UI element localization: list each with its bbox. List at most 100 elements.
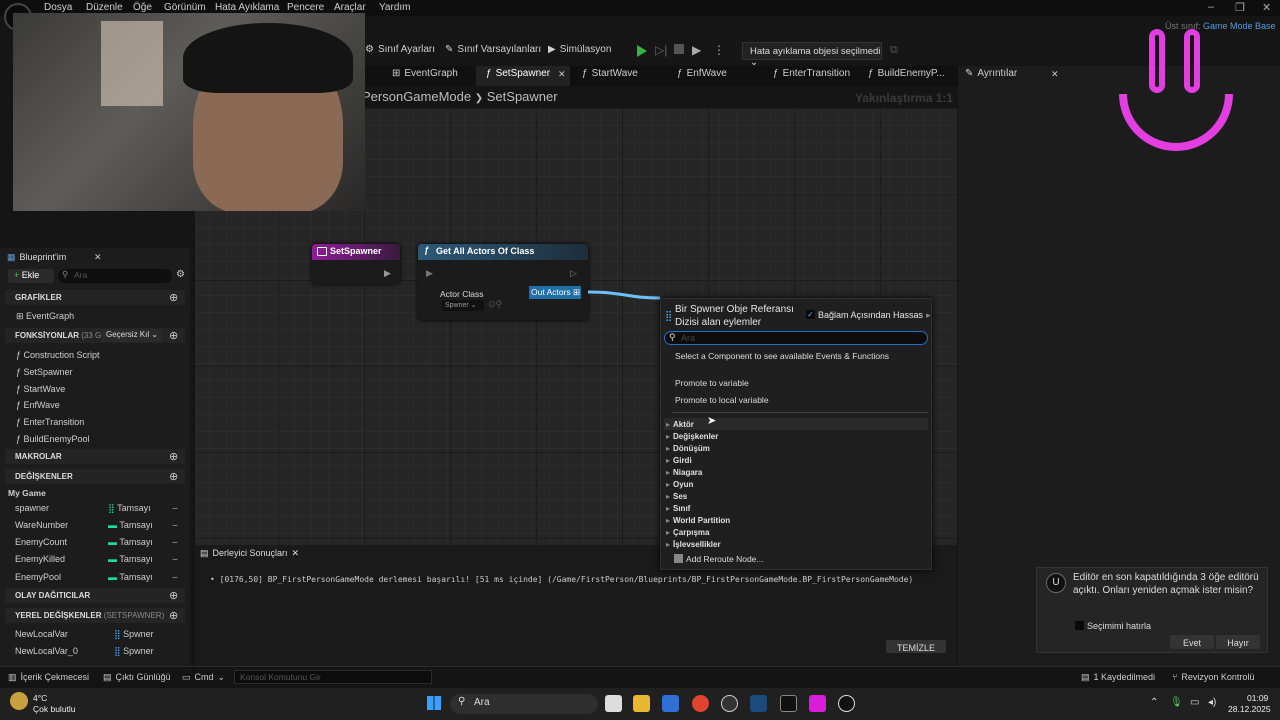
menu-window[interactable]: Pencere	[287, 2, 324, 13]
browse-icon[interactable]: ⊙⚲	[488, 299, 502, 310]
file-explorer-icon[interactable]	[633, 695, 650, 712]
variable-type[interactable]: ▬ Tamsayı	[108, 572, 153, 582]
add-graph-icon[interactable]: ⊕	[169, 291, 178, 304]
actor-class-dropdown[interactable]: Spwner ⌄	[442, 300, 484, 311]
visibility-eye-icon[interactable]: ⌣	[172, 572, 178, 583]
compiler-results-tab[interactable]: ▤ Derleyici Sonuçları ✕	[200, 548, 299, 559]
class-settings-button[interactable]: ⚙ Sınıf Ayarları	[365, 44, 435, 55]
microphone-icon[interactable]: 🎙	[1170, 697, 1183, 708]
close-window-icon[interactable]: ✕	[1262, 1, 1271, 14]
category-niagara[interactable]: Niagara	[666, 468, 702, 477]
variable-item-name[interactable]: EnemyKilled	[15, 554, 65, 564]
menu-file[interactable]: Dosya	[44, 2, 72, 13]
category-input[interactable]: Girdi	[666, 456, 692, 465]
revision-control-button[interactable]: ⑂ Revizyon Kontrolü	[1172, 672, 1254, 682]
step-icon[interactable]: ▷|	[655, 43, 667, 57]
override-dropdown[interactable]: Geçersiz Kıl ⌄	[102, 329, 162, 342]
tab-enfwave[interactable]: ƒ EnfWave	[677, 68, 727, 79]
variables-section-header[interactable]: DEĞİŞKENLER	[5, 469, 185, 484]
console-input[interactable]: Konsol Komutunu Gir	[234, 670, 432, 684]
function-item-enfwave[interactable]: ƒ EnfWave	[16, 400, 60, 410]
category-collision[interactable]: Çarpışma	[666, 528, 710, 537]
menu-edit[interactable]: Düzenle	[86, 2, 123, 13]
local-variable-type[interactable]: ⣿ Spwner	[114, 646, 154, 657]
steam-icon[interactable]	[750, 695, 767, 712]
clock-date[interactable]: 28.12.2025	[1228, 704, 1271, 714]
variable-item-name[interactable]: WareNumber	[15, 520, 68, 530]
close-tab-icon[interactable]: ✕	[558, 69, 566, 80]
cmd-dropdown[interactable]: ▭ Cmd ⌄	[182, 672, 225, 683]
category-variables[interactable]: Değişkenler	[666, 432, 718, 441]
function-item-entertransition[interactable]: ƒ EnterTransition	[16, 417, 84, 427]
play-icon[interactable]	[637, 45, 647, 57]
out-actors-pin[interactable]: Out Actors ⊞	[529, 286, 581, 299]
exec-out-pin[interactable]: ▶	[384, 268, 391, 279]
minimize-icon[interactable]: –	[1208, 1, 1214, 13]
simulation-button[interactable]: ▶ Simülasyon	[548, 44, 611, 55]
volume-icon[interactable]: ◂)	[1208, 697, 1216, 708]
chrome-icon[interactable]	[692, 695, 709, 712]
variable-type[interactable]: ▬ Tamsayı	[108, 554, 153, 564]
add-button[interactable]: + Ekle	[8, 269, 54, 283]
output-log-button[interactable]: ▤ Çıktı Günlüğü	[103, 672, 171, 683]
menu-tools[interactable]: Araçlar	[334, 2, 366, 13]
exec-out-pin[interactable]: ▷	[570, 268, 577, 279]
epic-games-icon[interactable]	[780, 695, 797, 712]
debug-filter-icon[interactable]: ⧉	[890, 44, 898, 57]
category-audio[interactable]: Ses	[666, 492, 687, 501]
graphs-section-header[interactable]: GRAFİKLER	[5, 290, 185, 305]
checkbox-checked-icon[interactable]: ✓	[806, 310, 815, 319]
category-world-partition[interactable]: World Partition	[666, 516, 730, 525]
category-actor[interactable]: Aktör	[666, 420, 694, 429]
debug-object-dropdown[interactable]: Hata ayıklama objesi seçilmedi ⌄	[742, 42, 882, 68]
windows-start-icon[interactable]	[427, 696, 441, 710]
obs-icon[interactable]	[721, 695, 738, 712]
local-variable-name[interactable]: NewLocalVar_0	[15, 646, 78, 656]
macros-section-header[interactable]: MAKROLAR	[5, 449, 185, 464]
weather-desc[interactable]: Çok bulutlu	[33, 704, 76, 714]
eject-icon[interactable]: ▶	[692, 43, 701, 57]
function-item-startwave[interactable]: ƒ StartWave	[16, 384, 65, 394]
exec-in-pin[interactable]: ▶	[426, 268, 433, 279]
context-sensitive-toggle[interactable]: ✓ Bağlam Açısından Hassas ▸	[806, 310, 931, 321]
variable-item-name[interactable]: EnemyCount	[15, 537, 67, 547]
get-all-actors-node[interactable]: ƒ Get All Actors Of Class ▶ ▷ Actor Clas…	[418, 244, 588, 320]
add-macro-icon[interactable]: ⊕	[169, 450, 178, 463]
add-dispatcher-icon[interactable]: ⊕	[169, 589, 178, 602]
content-drawer-button[interactable]: ▥ İçerik Çekmecesi	[8, 672, 89, 683]
weather-icon[interactable]	[10, 692, 28, 710]
clock-time[interactable]: 01:09	[1247, 693, 1268, 703]
promote-to-local-variable-action[interactable]: Promote to local variable	[675, 395, 769, 405]
remember-choice-checkbox[interactable]: Seçimimi hatırla	[1075, 621, 1151, 631]
tab-setspawner[interactable]: ƒ SetSpawner	[486, 68, 550, 79]
function-item-setspawner[interactable]: ƒ SetSpawner	[16, 367, 73, 377]
local-variable-type[interactable]: ⣿ Spwner	[114, 629, 154, 640]
checkbox-unchecked-icon[interactable]	[1075, 621, 1084, 630]
promote-to-variable-action[interactable]: Promote to variable	[675, 378, 749, 388]
close-panel-icon[interactable]: ✕	[94, 252, 102, 263]
close-tab-icon[interactable]: ✕	[292, 548, 300, 559]
category-utilities[interactable]: İşlevsellikler	[666, 540, 721, 549]
tab-details[interactable]: ✎ Ayrıntılar	[965, 68, 1017, 79]
variable-item-name[interactable]: spawner	[15, 503, 49, 513]
tab-entertransition[interactable]: ƒ EnterTransition	[773, 68, 850, 79]
maximize-icon[interactable]: ❐	[1235, 1, 1245, 14]
variable-type[interactable]: ▬ Tamsayı	[108, 520, 153, 530]
category-conversion[interactable]: Dönüşüm	[666, 444, 710, 453]
menu-view[interactable]: Görünüm	[164, 2, 206, 13]
weather-temp[interactable]: 4°C	[33, 693, 47, 703]
more-options-icon[interactable]: ⋮	[713, 43, 725, 57]
visibility-eye-icon[interactable]: ⌣	[172, 520, 178, 531]
tab-startwave[interactable]: ƒ StartWave	[582, 68, 638, 79]
setspawner-node[interactable]: SetSpawner ▶	[312, 244, 400, 284]
graph-item-eventgraph[interactable]: ⊞ EventGraph	[16, 311, 74, 322]
function-item-buildenemypool[interactable]: ƒ BuildEnemyPool	[16, 434, 90, 444]
class-defaults-button[interactable]: ✎ Sınıf Varsayılanları	[445, 44, 541, 55]
my-blueprint-tab[interactable]: ▦ Blueprint'im	[7, 252, 66, 263]
unreal-taskbar-icon[interactable]	[838, 695, 855, 712]
tab-eventgraph[interactable]: ⊞ EventGraph	[392, 68, 458, 79]
menu-help[interactable]: Yardım	[379, 2, 411, 13]
taskbar-search[interactable]: ⚲ Ara	[450, 694, 598, 714]
visibility-eye-icon[interactable]: ⌣	[172, 554, 178, 565]
stop-icon[interactable]	[674, 44, 684, 54]
